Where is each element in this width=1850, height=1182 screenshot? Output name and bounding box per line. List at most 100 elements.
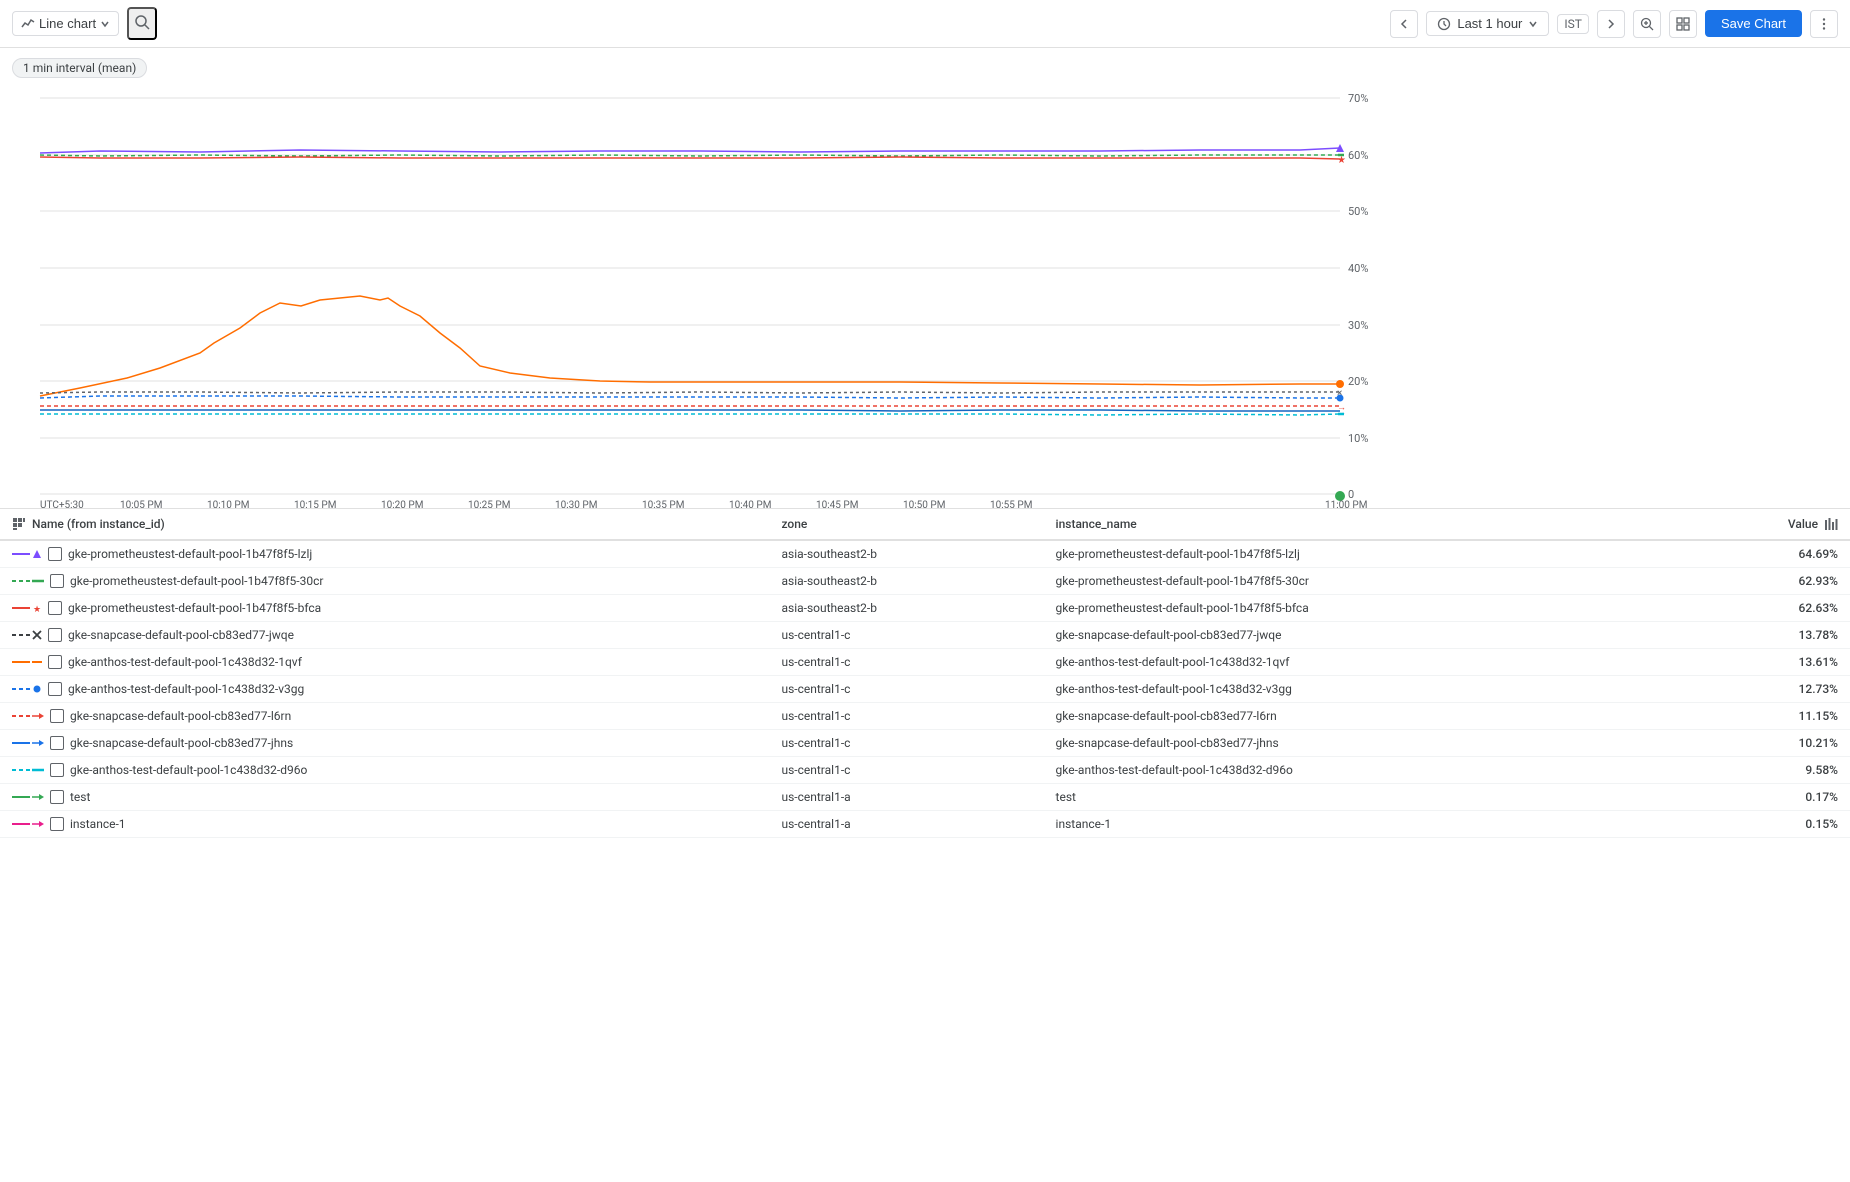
- row-checkbox[interactable]: [50, 763, 64, 777]
- zone-cell: us-central1-c: [769, 676, 1043, 703]
- instance-name-cell: gke-snapcase-default-pool-cb83ed77-l6rn: [1044, 703, 1680, 730]
- toolbar-left: Line chart: [12, 7, 157, 40]
- row-checkbox[interactable]: [50, 709, 64, 723]
- zone-cell: us-central1-c: [769, 703, 1043, 730]
- zone-cell: us-central1-c: [769, 730, 1043, 757]
- svg-text:10:45 PM: 10:45 PM: [816, 500, 858, 508]
- value-cell: 10.21%: [1680, 730, 1850, 757]
- zone-cell: us-central1-a: [769, 784, 1043, 811]
- name-cell: gke-anthos-test-default-pool-1c438d32-v3…: [0, 676, 769, 703]
- chevron-down-icon-time: [1528, 19, 1538, 29]
- instance-name-cell: gke-prometheustest-default-pool-1b47f8f5…: [1044, 595, 1680, 622]
- svg-text:10:35 PM: 10:35 PM: [642, 500, 684, 508]
- svg-text:70%: 70%: [1348, 92, 1368, 105]
- name-cell: ★ gke-prometheustest-default-pool-1b47f8…: [0, 595, 769, 622]
- value-cell: 64.69%: [1680, 540, 1850, 568]
- row-checkbox[interactable]: [50, 817, 64, 831]
- series-name: gke-anthos-test-default-pool-1c438d32-1q…: [68, 655, 302, 669]
- more-options-button[interactable]: [1810, 10, 1838, 38]
- value-cell: 62.93%: [1680, 568, 1850, 595]
- timezone-badge: IST: [1557, 14, 1589, 34]
- instance-name-cell: gke-prometheustest-default-pool-1b47f8f5…: [1044, 540, 1680, 568]
- name-cell: gke-anthos-test-default-pool-1c438d32-d9…: [0, 757, 769, 784]
- table-row: gke-snapcase-default-pool-cb83ed77-jwqe …: [0, 622, 1850, 649]
- series-name: instance-1: [70, 817, 126, 831]
- time-range-button[interactable]: Last 1 hour: [1426, 11, 1549, 36]
- series-name: test: [70, 790, 90, 804]
- svg-text:30%: 30%: [1348, 319, 1368, 332]
- value-cell: 0.15%: [1680, 811, 1850, 838]
- svg-text:50%: 50%: [1348, 205, 1368, 218]
- next-time-button[interactable]: [1597, 10, 1625, 38]
- svg-text:10:15 PM: 10:15 PM: [294, 500, 336, 508]
- search-button[interactable]: [127, 7, 157, 40]
- zone-cell: asia-southeast2-b: [769, 540, 1043, 568]
- value-cell: 13.61%: [1680, 649, 1850, 676]
- series-name: gke-prometheustest-default-pool-1b47f8f5…: [68, 547, 312, 561]
- table-row: gke-anthos-test-default-pool-1c438d32-d9…: [0, 757, 1850, 784]
- series-name: gke-anthos-test-default-pool-1c438d32-v3…: [68, 682, 304, 696]
- name-cell: gke-snapcase-default-pool-cb83ed77-jhns: [0, 730, 769, 757]
- chevron-down-icon: [100, 19, 110, 29]
- bars-icon[interactable]: [1824, 517, 1838, 531]
- row-checkbox[interactable]: [50, 736, 64, 750]
- instance-name-cell: gke-anthos-test-default-pool-1c438d32-1q…: [1044, 649, 1680, 676]
- value-header-label: Value: [1788, 517, 1818, 531]
- chevron-right-icon: [1606, 19, 1616, 29]
- name-cell: gke-snapcase-default-pool-cb83ed77-l6rn: [0, 703, 769, 730]
- instance-name-cell: gke-anthos-test-default-pool-1c438d32-d9…: [1044, 757, 1680, 784]
- svg-text:10:25 PM: 10:25 PM: [468, 500, 510, 508]
- legend-container: Name (from instance_id) zone instance_na…: [0, 508, 1850, 838]
- chart-container: 1 min interval (mean) 70% 60% 50% 40% 30…: [0, 48, 1850, 508]
- zoom-icon: [1640, 17, 1654, 31]
- interval-badge: 1 min interval (mean): [12, 58, 147, 78]
- prev-time-button[interactable]: [1390, 10, 1418, 38]
- svg-text:10:10 PM: 10:10 PM: [207, 500, 249, 508]
- row-checkbox[interactable]: [48, 682, 62, 696]
- row-checkbox[interactable]: [50, 790, 64, 804]
- instance-name-cell: gke-snapcase-default-pool-cb83ed77-jhns: [1044, 730, 1680, 757]
- zone-cell: us-central1-a: [769, 811, 1043, 838]
- table-header-row: Name (from instance_id) zone instance_na…: [0, 509, 1850, 541]
- toolbar: Line chart Last 1 hour IST Save Chart: [0, 0, 1850, 48]
- zoom-button[interactable]: [1633, 10, 1661, 38]
- value-cell: 62.63%: [1680, 595, 1850, 622]
- svg-text:10:55 PM: 10:55 PM: [990, 500, 1032, 508]
- name-cell: gke-prometheustest-default-pool-1b47f8f5…: [0, 540, 769, 568]
- svg-text:★: ★: [33, 605, 41, 613]
- value-cell: 0.17%: [1680, 784, 1850, 811]
- zone-column-header: zone: [769, 509, 1043, 541]
- svg-text:10:40 PM: 10:40 PM: [729, 500, 771, 508]
- instance-name-cell: test: [1044, 784, 1680, 811]
- clock-icon: [1437, 17, 1451, 31]
- save-chart-button[interactable]: Save Chart: [1705, 10, 1802, 37]
- instance-name-cell: gke-snapcase-default-pool-cb83ed77-jwqe: [1044, 622, 1680, 649]
- instance-name-cell: gke-anthos-test-default-pool-1c438d32-v3…: [1044, 676, 1680, 703]
- row-checkbox[interactable]: [48, 655, 62, 669]
- row-checkbox[interactable]: [48, 601, 62, 615]
- row-checkbox[interactable]: [50, 574, 64, 588]
- toolbar-right: Last 1 hour IST Save Chart: [1390, 10, 1838, 38]
- series-name: gke-snapcase-default-pool-cb83ed77-jwqe: [68, 628, 294, 642]
- name-column-header: Name (from instance_id): [0, 509, 769, 541]
- name-cell: gke-prometheustest-default-pool-1b47f8f5…: [0, 568, 769, 595]
- instance-name-cell: instance-1: [1044, 811, 1680, 838]
- chart-type-button[interactable]: Line chart: [12, 11, 119, 36]
- expand-icon: [1676, 17, 1690, 31]
- row-checkbox[interactable]: [48, 628, 62, 642]
- svg-text:10:20 PM: 10:20 PM: [381, 500, 423, 508]
- svg-text:10:50 PM: 10:50 PM: [903, 500, 945, 508]
- time-range-label: Last 1 hour: [1457, 16, 1522, 31]
- name-cell: gke-anthos-test-default-pool-1c438d32-1q…: [0, 649, 769, 676]
- svg-text:×: ×: [1337, 388, 1342, 399]
- value-column-header: Value: [1680, 509, 1850, 539]
- table-icon: [12, 517, 26, 531]
- series-name: gke-prometheustest-default-pool-1b47f8f5…: [70, 574, 323, 588]
- svg-text:10:05 PM: 10:05 PM: [120, 500, 162, 508]
- svg-text:10%: 10%: [1348, 432, 1368, 445]
- row-checkbox[interactable]: [48, 547, 62, 561]
- expand-button[interactable]: [1669, 10, 1697, 38]
- table-row: gke-prometheustest-default-pool-1b47f8f5…: [0, 568, 1850, 595]
- name-cell: gke-snapcase-default-pool-cb83ed77-jwqe: [0, 622, 769, 649]
- svg-text:11:00 PM: 11:00 PM: [1325, 500, 1367, 508]
